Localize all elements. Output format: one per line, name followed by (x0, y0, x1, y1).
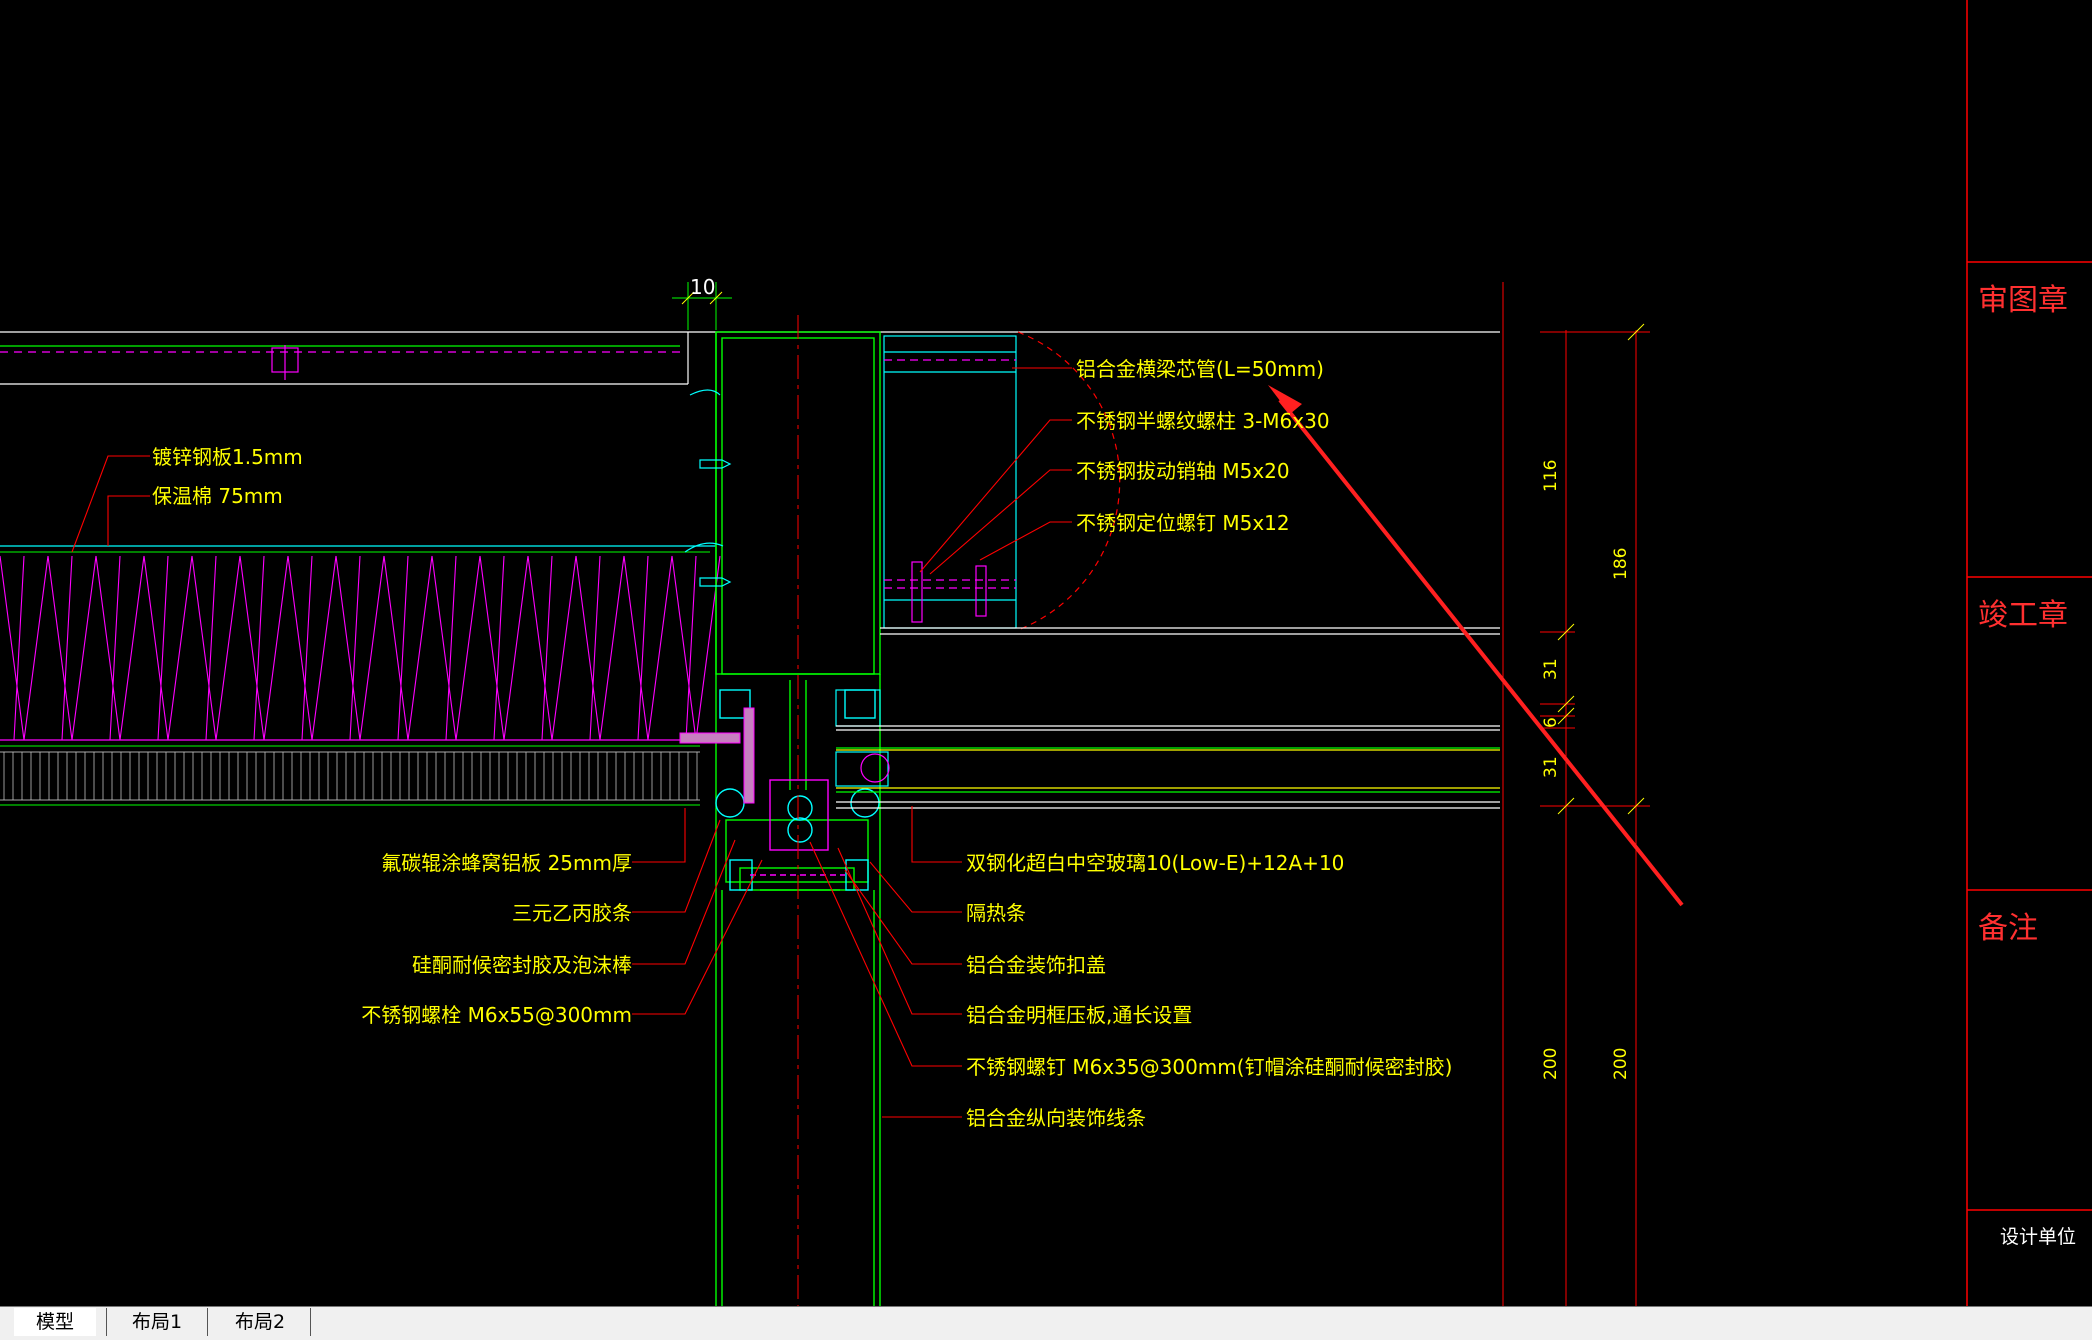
tab-layout-1[interactable]: 布局1 (106, 1308, 208, 1336)
label-insulation: 保温棉 75mm (152, 484, 283, 508)
label-vertical-trim: 铝合金纵向装饰线条 (966, 1106, 1146, 1130)
dim-31-b: 31 (1541, 756, 1561, 778)
label-decorative-cap: 铝合金装饰扣盖 (966, 953, 1106, 977)
dim-200-inner: 200 (1541, 1048, 1561, 1080)
label-silicone-sealant: 硅酮耐候密封胶及泡沫棒 (412, 953, 632, 977)
dimension-top-text: 10 (690, 275, 715, 299)
design-unit-label: 设计单位 (2000, 1226, 2076, 1248)
dim-116: 116 (1541, 460, 1561, 492)
label-honeycomb-panel: 氟碳辊涂蜂窝铝板 25mm厚 (381, 851, 632, 875)
label-pressure-plate: 铝合金明框压板,通长设置 (966, 1003, 1192, 1027)
label-transom-core: 铝合金横梁芯管(L=50mm) (1076, 357, 1324, 381)
remarks-label: 备注 (1978, 911, 2038, 946)
label-epdm-strip: 三元乙丙胶条 (512, 901, 632, 925)
label-insulating-glass: 双钢化超白中空玻璃10(Low-E)+12A+10 (966, 851, 1344, 875)
review-stamp-label: 审图章 (1978, 283, 2068, 318)
tab-layout-2[interactable]: 布局2 (210, 1308, 311, 1336)
completion-stamp-label: 竣工章 (1978, 598, 2068, 633)
layout-tab-bar (0, 1306, 2092, 1340)
tab-model[interactable]: 模型 (14, 1308, 96, 1336)
dim-186: 186 (1611, 548, 1631, 580)
label-pull-pin: 不锈钢拔动销轴 M5x20 (1076, 459, 1290, 483)
dim-200-outer: 200 (1611, 1048, 1631, 1080)
label-galvanized-steel: 镀锌钢板1.5mm (152, 445, 303, 469)
label-steel-screw: 不锈钢螺钉 M6x35@300mm(钉帽涂硅酮耐候密封胶) (966, 1055, 1452, 1079)
label-thermal-break: 隔热条 (966, 901, 1026, 925)
dim-31-a: 31 (1541, 658, 1561, 680)
label-half-thread-stud: 不锈钢半螺纹螺柱 3-M6x30 (1076, 409, 1330, 433)
label-steel-bolt: 不锈钢螺栓 M6x55@300mm (361, 1003, 632, 1027)
dim-6: 6 (1541, 717, 1561, 728)
label-set-screw: 不锈钢定位螺钉 M5x12 (1076, 511, 1290, 535)
cad-drawing-canvas[interactable]: 审图章 竣工章 备注 设计单位 10 116 31 6 31 200 186 2… (0, 0, 2092, 1306)
